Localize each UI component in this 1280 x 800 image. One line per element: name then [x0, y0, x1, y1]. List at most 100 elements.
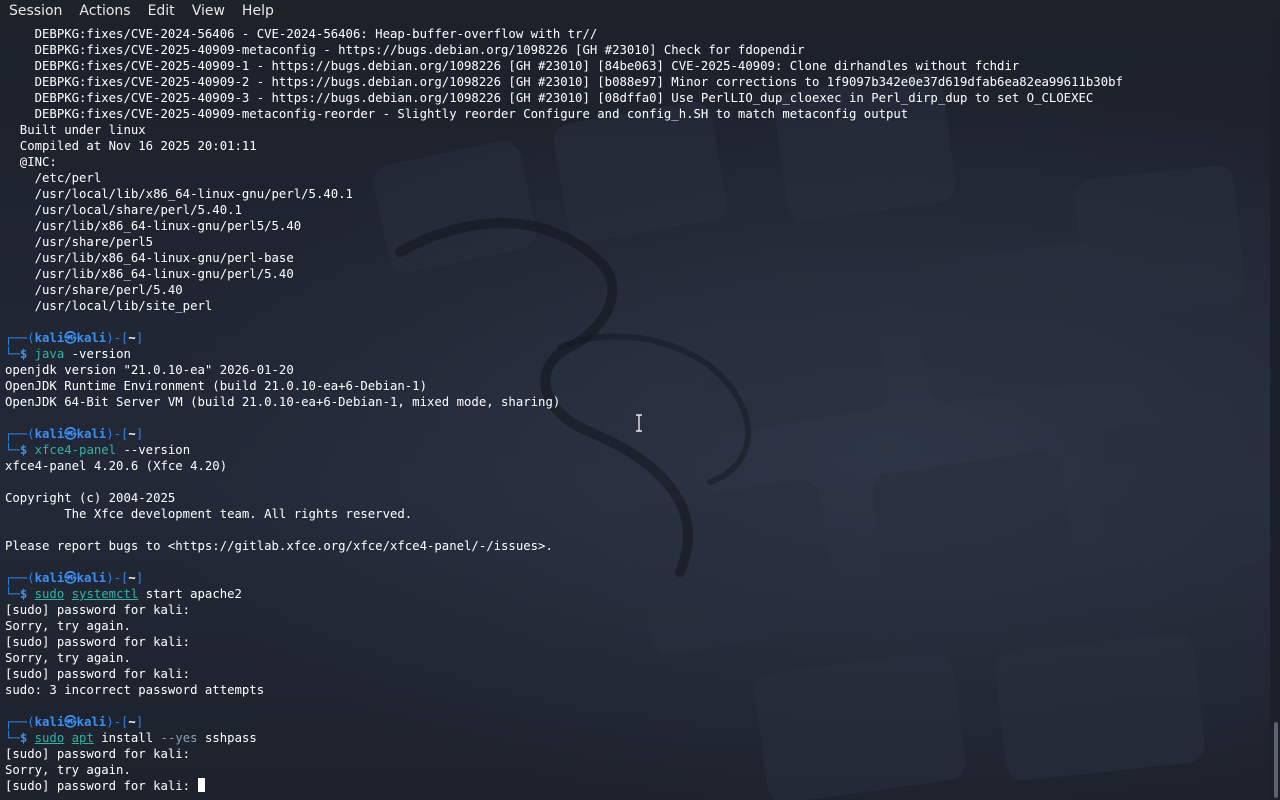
terminal-output[interactable]: DEBPKG:fixes/CVE-2024-56406 - CVE-2024-5… — [0, 22, 1270, 800]
text-cursor-ibeam-icon — [636, 414, 642, 432]
terminal-output-line: DEBPKG:fixes/CVE-2025-40909-1 - https://… — [5, 59, 1020, 73]
terminal-output-line: DEBPKG:fixes/CVE-2025-40909-metaconfig -… — [5, 43, 805, 57]
command-name: java — [34, 347, 65, 361]
prompt-frame: └─ — [5, 731, 20, 745]
password-prompt-line: [sudo] password for kali: — [5, 778, 1270, 794]
terminal-scrollbar[interactable] — [1270, 22, 1280, 800]
prompt-host: kali — [76, 715, 107, 729]
command-line: └─$ sudo systemctl start apache2 — [5, 586, 1270, 602]
prompt-frame: ] — [135, 715, 144, 729]
prompt-line: ┌──(kali㉿kali)-[~] — [5, 330, 1270, 346]
prompt-frame: ┌──( — [5, 715, 35, 729]
terminal-cursor — [197, 778, 205, 792]
prompt-frame: ┌──( — [5, 331, 35, 345]
terminal-output-line: DEBPKG:fixes/CVE-2025-40909-metaconfig-r… — [5, 107, 909, 121]
menu-actions[interactable]: Actions — [70, 0, 138, 22]
terminal-output-line: Sorry, try again. — [5, 619, 131, 633]
prompt-frame: ] — [135, 331, 144, 345]
prompt-host: kali — [76, 331, 107, 345]
command-sudo: sudo — [34, 731, 65, 745]
terminal-output-line: The Xfce development team. All rights re… — [5, 507, 413, 521]
terminal-output-line: DEBPKG:fixes/CVE-2024-56406 - CVE-2024-5… — [5, 27, 598, 41]
terminal-output-line: /usr/lib/x86_64-linux-gnu/perl-base — [5, 251, 294, 265]
menu-edit[interactable]: Edit — [139, 0, 183, 22]
menu-bar: Session Actions Edit View Help — [0, 0, 1280, 22]
prompt-at-symbol: ㉿ — [64, 715, 77, 729]
terminal-output-line: [sudo] password for kali: — [5, 667, 191, 681]
prompt-at-symbol: ㉿ — [64, 427, 77, 441]
terminal-output-line: /usr/lib/x86_64-linux-gnu/perl/5.40 — [5, 267, 294, 281]
prompt-user: kali — [34, 427, 65, 441]
terminal-output-line: Sorry, try again. — [5, 763, 131, 777]
command-args: install — [93, 731, 161, 745]
command-space — [27, 347, 34, 361]
terminal-output-line: [sudo] password for kali: — [5, 747, 191, 761]
terminal-output-line: /usr/share/perl5 — [5, 235, 154, 249]
prompt-frame: └─ — [5, 443, 20, 457]
terminal-output-line: DEBPKG:fixes/CVE-2025-40909-2 - https://… — [5, 75, 1123, 89]
prompt-frame: ┌──( — [5, 427, 35, 441]
prompt-frame: )-[ — [106, 571, 129, 585]
prompt-host: kali — [76, 571, 107, 585]
prompt-frame: └─ — [5, 347, 20, 361]
terminal-output-line: sudo: 3 incorrect password attempts — [5, 683, 265, 697]
terminal-output-line: Built under linux — [5, 123, 146, 137]
prompt-frame: )-[ — [106, 427, 129, 441]
prompt-line: ┌──(kali㉿kali)-[~] — [5, 570, 1270, 586]
command-option: --yes — [160, 731, 198, 745]
terminal-output-line: /usr/local/share/perl/5.40.1 — [5, 203, 242, 217]
command-space — [64, 731, 71, 745]
terminal-output-line: /usr/share/perl/5.40 — [5, 283, 183, 297]
command-space — [27, 731, 34, 745]
terminal-output-line: OpenJDK Runtime Environment (build 21.0.… — [5, 379, 427, 393]
terminal-output-line: Copyright (c) 2004-2025 — [5, 491, 176, 505]
command-args: start apache2 — [138, 587, 242, 601]
prompt-user: kali — [34, 331, 65, 345]
terminal-output-line: Compiled at Nov 16 2025 20:01:11 — [5, 139, 257, 153]
terminal-output-line: /etc/perl — [5, 171, 102, 185]
terminal-output-line: DEBPKG:fixes/CVE-2025-40909-3 - https://… — [5, 91, 1094, 105]
terminal-output-line: [sudo] password for kali: — [5, 603, 191, 617]
prompt-user: kali — [34, 571, 65, 585]
prompt-frame: └─ — [5, 587, 20, 601]
scrollbar-thumb[interactable] — [1274, 722, 1278, 798]
terminal-output-line: @INC: — [5, 155, 57, 169]
prompt-frame: ] — [135, 571, 144, 585]
command-space — [27, 587, 34, 601]
command-args: sshpass — [197, 731, 257, 745]
command-line: └─$ xfce4-panel --version — [5, 442, 1270, 458]
menu-view[interactable]: View — [183, 0, 233, 22]
command-sudo: sudo — [34, 587, 65, 601]
prompt-at-symbol: ㉿ — [64, 571, 77, 585]
command-name: xfce4-panel — [34, 443, 117, 457]
menu-help[interactable]: Help — [233, 0, 282, 22]
command-name: systemctl — [71, 587, 139, 601]
command-space — [27, 443, 34, 457]
terminal-lines: DEBPKG:fixes/CVE-2024-56406 - CVE-2024-5… — [5, 26, 1270, 794]
prompt-frame: )-[ — [106, 331, 129, 345]
terminal-output-line: OpenJDK 64-Bit Server VM (build 21.0.10-… — [5, 395, 561, 409]
prompt-at-symbol: ㉿ — [64, 331, 77, 345]
prompt-dir: ~ — [128, 331, 136, 345]
command-space — [64, 587, 71, 601]
command-args: --version — [116, 443, 191, 457]
command-line: └─$ sudo apt install --yes sshpass — [5, 730, 1270, 746]
prompt-user: kali — [34, 715, 65, 729]
prompt-dir: ~ — [128, 427, 136, 441]
terminal-output-line: [sudo] password for kali: — [5, 635, 191, 649]
prompt-dir: ~ — [128, 715, 136, 729]
terminal-output-line: /usr/local/lib/x86_64-linux-gnu/perl/5.4… — [5, 187, 353, 201]
prompt-frame: ┌──( — [5, 571, 35, 585]
prompt-line: ┌──(kali㉿kali)-[~] — [5, 714, 1270, 730]
command-name: apt — [71, 731, 94, 745]
prompt-host: kali — [76, 427, 107, 441]
command-args: -version — [64, 347, 131, 361]
menu-session[interactable]: Session — [0, 0, 70, 22]
command-line: └─$ java -version — [5, 346, 1270, 362]
terminal-output-line: /usr/local/lib/site_perl — [5, 299, 213, 313]
terminal-output-line: Sorry, try again. — [5, 651, 131, 665]
